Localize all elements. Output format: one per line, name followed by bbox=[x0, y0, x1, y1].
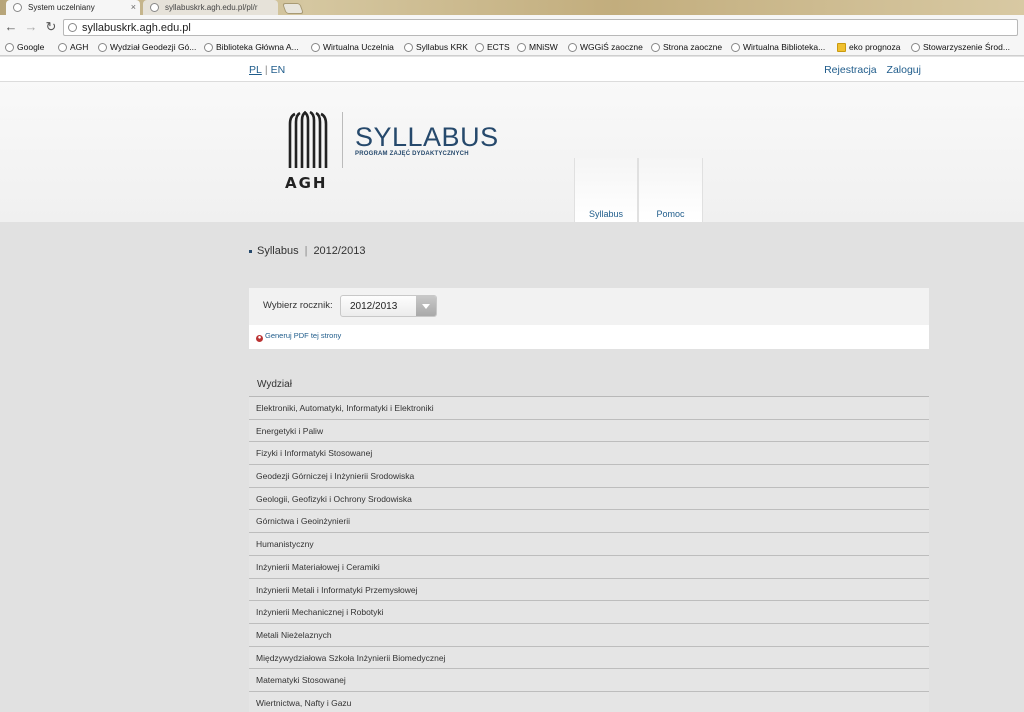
breadcrumb-separator: | bbox=[304, 245, 308, 257]
page-favicon-icon bbox=[150, 3, 159, 12]
breadcrumb: Syllabus | 2012/2013 bbox=[249, 245, 365, 257]
pdf-icon: ● bbox=[256, 335, 263, 342]
register-link[interactable]: Rejestracja bbox=[824, 64, 877, 76]
folder-icon bbox=[837, 43, 846, 52]
forward-icon[interactable]: → bbox=[24, 19, 38, 35]
page-favicon-icon bbox=[13, 3, 22, 12]
department-item[interactable]: Metali Nieżelaznych bbox=[249, 623, 929, 647]
bookmark-icon bbox=[731, 43, 740, 52]
back-icon[interactable]: ← bbox=[4, 19, 18, 35]
bookmark-item[interactable]: Google bbox=[5, 41, 44, 53]
bookmarks-bar: Google AGH Wydział Geodezji Gó... Biblio… bbox=[0, 39, 1024, 56]
lang-en-link[interactable]: EN bbox=[271, 64, 286, 76]
department-item[interactable]: Geologii, Geofizyki i Ochrony Srodowiska bbox=[249, 487, 929, 511]
breadcrumb-section[interactable]: Syllabus bbox=[257, 245, 299, 257]
bookmark-item[interactable]: AGH bbox=[58, 41, 88, 53]
site-header: AGH SYLLABUS PROGRAM ZAJĘĆ DYDAKTYCZNYCH… bbox=[0, 82, 1024, 222]
tab-title: syllabuskrk.agh.edu.pl/pl/r bbox=[165, 3, 258, 12]
bookmark-icon bbox=[204, 43, 213, 52]
main-content: Syllabus | 2012/2013 Wybierz rocznik: 2012… bbox=[0, 222, 1024, 712]
bookmark-item[interactable]: eko prognoza bbox=[837, 41, 901, 53]
bookmark-item[interactable]: MNiSW bbox=[517, 41, 558, 53]
year-filter-bar: Wybierz rocznik: 2012/2013 bbox=[249, 288, 929, 325]
new-tab-button[interactable] bbox=[281, 3, 305, 14]
lang-pl-link[interactable]: PL bbox=[249, 64, 262, 76]
department-item[interactable]: Inżynierii Materiałowej i Ceramiki bbox=[249, 555, 929, 579]
bookmark-item[interactable]: ECTS bbox=[475, 41, 510, 53]
year-filter-panel: Wybierz rocznik: 2012/2013 ● Generuj PDF … bbox=[249, 288, 929, 349]
header-divider bbox=[342, 112, 343, 168]
globe-icon bbox=[311, 43, 320, 52]
bookmark-item[interactable]: Biblioteka Główna A... bbox=[204, 41, 299, 53]
login-link[interactable]: Zaloguj bbox=[887, 64, 921, 76]
department-item[interactable]: Międzywydziałowa Szkoła Inżynierii Biome… bbox=[249, 646, 929, 670]
browser-tabstrip: System uczelniany × syllabuskrk.agh.edu.… bbox=[0, 0, 1024, 15]
department-list-heading: Wydział bbox=[249, 372, 929, 397]
breadcrumb-year: 2012/2013 bbox=[313, 245, 366, 257]
globe-icon bbox=[568, 43, 577, 52]
year-select-label: Wybierz rocznik: bbox=[263, 300, 333, 311]
address-bar[interactable] bbox=[63, 19, 1018, 36]
bookmark-item[interactable]: WGGiŚ zaoczne bbox=[568, 41, 643, 53]
browser-tab-active[interactable]: System uczelniany × bbox=[6, 0, 140, 15]
department-item[interactable]: Elektroniki, Automatyki, Informatyki i E… bbox=[249, 397, 929, 420]
site-topbar: PL | EN Rejestracja Zaloguj bbox=[0, 57, 1024, 82]
generate-pdf-label: Generuj PDF tej strony bbox=[265, 331, 342, 340]
department-item[interactable]: Inżynierii Metali i Informatyki Przemysł… bbox=[249, 578, 929, 602]
logo-text: AGH bbox=[285, 174, 328, 192]
year-select-value: 2012/2013 bbox=[350, 301, 398, 312]
nav-syllabus[interactable]: Syllabus bbox=[574, 158, 638, 222]
bookmark-item[interactable]: Strona zaoczne bbox=[651, 41, 722, 53]
bookmark-item[interactable]: Wydział Geodezji Gó... bbox=[98, 41, 196, 53]
generate-pdf-link[interactable]: ● Generuj PDF tej strony bbox=[256, 331, 341, 342]
lang-separator: | bbox=[264, 64, 268, 76]
department-item[interactable]: Fizyki i Informatyki Stosowanej bbox=[249, 442, 929, 466]
browser-tab-inactive[interactable]: syllabuskrk.agh.edu.pl/pl/r bbox=[143, 0, 278, 15]
tab-title: System uczelniany bbox=[28, 3, 95, 12]
department-item[interactable]: Górnictwa i Geoinżynierii bbox=[249, 510, 929, 534]
department-item[interactable]: Geodezji Górniczej i Inżynierii Srodowis… bbox=[249, 465, 929, 488]
globe-icon bbox=[404, 43, 413, 52]
department-item[interactable]: Inżynierii Mechanicznej i Robotyki bbox=[249, 601, 929, 624]
bookmark-item[interactable]: Wirtualna Biblioteka... bbox=[731, 41, 825, 53]
bookmark-item[interactable]: Stowarzyszenie Środ... bbox=[911, 41, 1010, 53]
department-list: Wydział Elektroniki, Automatyki, Informa… bbox=[249, 372, 929, 712]
bullet-icon bbox=[249, 249, 252, 253]
chevron-down-icon[interactable] bbox=[416, 296, 436, 316]
bookmark-item[interactable]: Wirtualna Uczelnia bbox=[311, 41, 394, 53]
bookmark-item[interactable]: Syllabus KRK bbox=[404, 41, 468, 53]
reload-icon[interactable]: ↻ bbox=[44, 19, 58, 35]
bookmark-icon bbox=[911, 43, 920, 52]
browser-toolbar: ← → ↻ bbox=[0, 15, 1024, 39]
department-item[interactable]: Energetyki i Paliw bbox=[249, 419, 929, 443]
close-icon[interactable]: × bbox=[131, 0, 136, 15]
address-input[interactable] bbox=[82, 20, 982, 35]
page-icon bbox=[68, 23, 77, 32]
department-item[interactable]: Wiertnictwa, Nafty i Gazu bbox=[249, 691, 929, 712]
globe-icon bbox=[475, 43, 484, 52]
site-brand[interactable]: SYLLABUS bbox=[355, 122, 499, 153]
google-icon bbox=[5, 43, 14, 52]
department-item[interactable]: Matematyki Stosowanej bbox=[249, 669, 929, 692]
nav-pomoc[interactable]: Pomoc bbox=[638, 158, 703, 222]
agh-icon bbox=[58, 43, 67, 52]
language-switcher: PL | EN bbox=[249, 64, 285, 76]
globe-icon bbox=[517, 43, 526, 52]
site-tagline: PROGRAM ZAJĘĆ DYDAKTYCZNYCH bbox=[355, 151, 469, 157]
bookmark-icon bbox=[98, 43, 107, 52]
year-select[interactable]: 2012/2013 bbox=[340, 295, 437, 317]
globe-icon bbox=[651, 43, 660, 52]
department-item[interactable]: Humanistyczny bbox=[249, 533, 929, 556]
account-links: Rejestracja Zaloguj bbox=[817, 64, 921, 76]
agh-logo-mark-icon bbox=[288, 110, 328, 168]
